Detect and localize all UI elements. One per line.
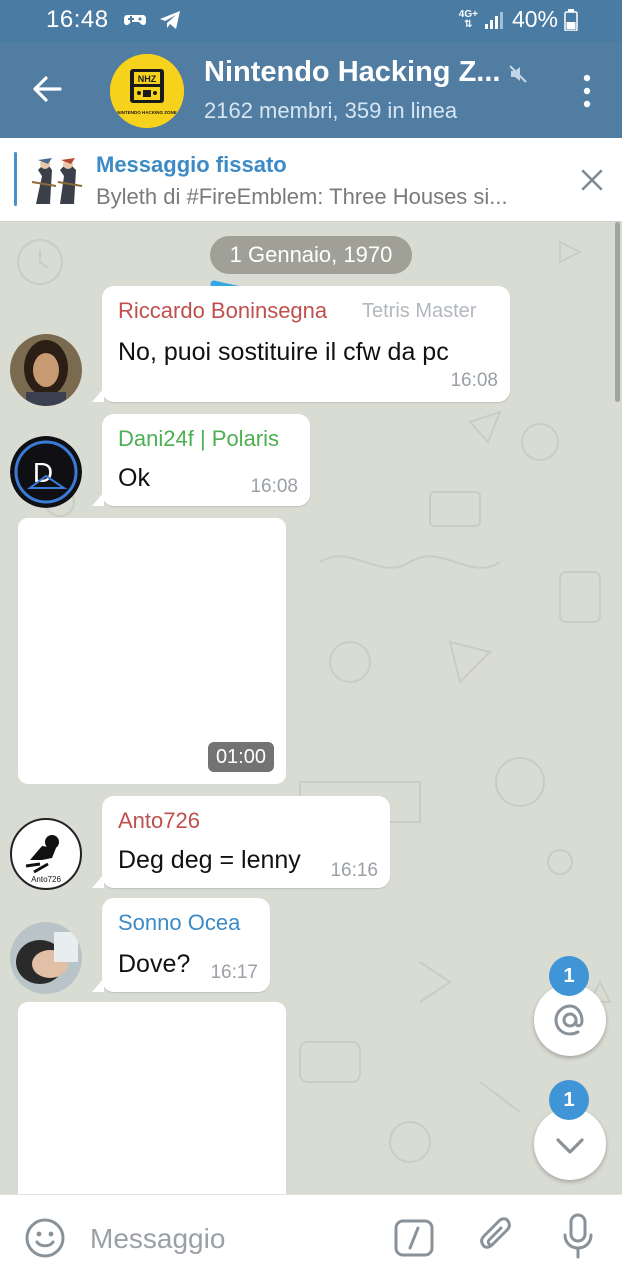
message-bubble[interactable]: Sonno Ocea Dove? 16:17 <box>92 898 270 992</box>
bot-commands-icon[interactable] <box>394 1219 434 1257</box>
more-options-icon[interactable] <box>582 74 592 108</box>
chat-subtitle: 2162 membri, 359 in linea <box>204 98 458 123</box>
message-sender[interactable]: Dani24f | Polaris <box>118 426 279 452</box>
pinned-message-bar[interactable]: Messaggio fissato Byleth di #FireEmblem:… <box>0 138 622 222</box>
gamepad-icon <box>124 15 146 26</box>
back-arrow-icon[interactable] <box>30 72 64 106</box>
unread-count-badge: 1 <box>549 1080 589 1120</box>
video-duration: 01:00 <box>207 742 274 772</box>
message-bubble[interactable]: Riccardo Boninsegna Tetris Master No, pu… <box>92 286 510 402</box>
network-indicator: 4G+ ⇅ <box>458 8 478 30</box>
avatar[interactable]: Anto726 <box>10 818 82 890</box>
message-text: Ok <box>118 464 150 492</box>
message-text: No, puoi sostituire il cfw da pc <box>118 338 449 366</box>
emoji-icon[interactable] <box>24 1217 66 1259</box>
telegram-icon <box>160 11 180 29</box>
message-sender[interactable]: Sonno Ocea <box>118 910 240 936</box>
status-time: 16:48 <box>46 6 109 33</box>
message-bubble[interactable]: Anto726 Deg deg = lenny 16:16 <box>92 796 390 888</box>
close-icon[interactable] <box>580 168 604 192</box>
message-sender[interactable]: Riccardo Boninsegna <box>118 298 327 324</box>
pinned-title: Messaggio fissato <box>96 152 287 177</box>
pinned-accent-bar <box>14 152 17 206</box>
chat-header[interactable]: NHZ NINTENDO HACKING ZONE Nintendo Hacki… <box>0 42 622 138</box>
group-avatar[interactable]: NHZ NINTENDO HACKING ZONE <box>110 54 184 128</box>
message-text: Dove? <box>118 950 191 978</box>
muted-speaker-icon <box>509 65 527 83</box>
mentions-count-badge: 1 <box>549 956 589 996</box>
battery-icon <box>564 8 578 31</box>
nhz-logo: NHZ NINTENDO HACKING ZONE <box>110 54 184 128</box>
message-text: Deg deg = lenny <box>118 846 301 874</box>
message-sender[interactable]: Anto726 <box>118 808 200 834</box>
message-input[interactable]: Messaggio <box>90 1223 225 1255</box>
battery-percent: 40% <box>511 6 558 32</box>
message-time: 16:08 <box>450 370 498 391</box>
member-title: Tetris Master <box>362 300 477 322</box>
pinned-text: Byleth di #FireEmblem: Three Houses si..… <box>96 184 508 209</box>
message-input-bar: Messaggio <box>0 1194 622 1280</box>
message-bubble[interactable]: Dani24f | Polaris Ok 16:08 <box>92 414 310 506</box>
avatar[interactable]: D <box>10 436 82 508</box>
avatar[interactable] <box>10 334 82 406</box>
avatar[interactable] <box>10 922 82 994</box>
svg-text:Anto726: Anto726 <box>31 875 61 884</box>
video-message[interactable] <box>18 1002 286 1194</box>
svg-text:NINTENDO HACKING ZONE: NINTENDO HACKING ZONE <box>117 110 177 115</box>
status-bar: 16:48 4G+ ⇅ 40% <box>0 0 622 42</box>
chat-title[interactable]: Nintendo Hacking Z... <box>204 56 500 89</box>
message-time: 16:16 <box>330 860 378 881</box>
microphone-icon[interactable] <box>562 1213 594 1259</box>
pinned-thumbnail <box>28 152 84 208</box>
signal-icon <box>484 11 503 29</box>
message-time: 16:17 <box>210 962 258 983</box>
video-message[interactable]: 01:00 <box>18 518 286 784</box>
svg-text:NHZ: NHZ <box>138 74 157 84</box>
paperclip-icon[interactable] <box>478 1215 516 1259</box>
chat-scrollbar[interactable] <box>615 222 620 402</box>
message-time: 16:08 <box>250 476 298 497</box>
chat-messages[interactable]: 1 Gennaio, 1970 Riccardo Boninsegna Tetr… <box>0 222 622 1194</box>
